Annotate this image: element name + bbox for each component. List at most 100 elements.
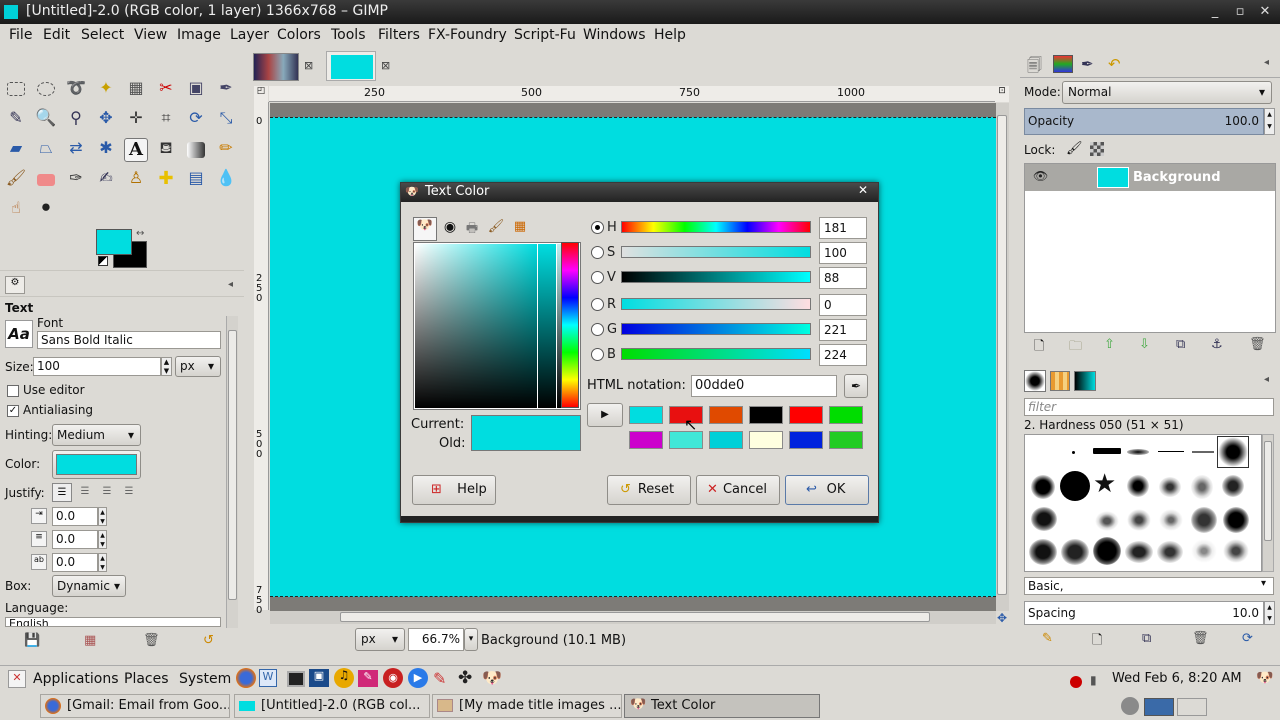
navigate-icon[interactable]: ✥ bbox=[997, 611, 1007, 625]
workspace-2[interactable] bbox=[1177, 698, 1207, 716]
refresh-brushes-icon[interactable]: ⟳ bbox=[1242, 631, 1253, 646]
help-button[interactable]: ⊞ Help bbox=[412, 475, 496, 505]
menu-edit[interactable]: Edit bbox=[43, 27, 70, 43]
spin-v[interactable]: 88 bbox=[819, 267, 867, 289]
slider-b[interactable] bbox=[621, 348, 811, 360]
brush-item[interactable] bbox=[1095, 511, 1119, 531]
text-tool-icon[interactable]: A bbox=[124, 138, 148, 162]
menu-windows[interactable]: Windows bbox=[583, 27, 646, 43]
slider-g[interactable] bbox=[621, 323, 811, 335]
brush-item[interactable] bbox=[1159, 477, 1181, 497]
color-picker-area[interactable] bbox=[413, 242, 581, 410]
terminal-launcher-icon[interactable] bbox=[287, 671, 305, 687]
system-menu[interactable]: System bbox=[179, 671, 231, 687]
menu-colors[interactable]: Colors bbox=[277, 27, 321, 43]
workspace-1[interactable] bbox=[1144, 698, 1174, 716]
applications-menu-icon[interactable]: ✕ bbox=[8, 670, 26, 688]
radio-r[interactable] bbox=[591, 298, 604, 311]
new-brush-icon[interactable]: 🗋 bbox=[1092, 631, 1102, 653]
justify-center-icon[interactable]: ☰ bbox=[97, 483, 117, 502]
fuzzy-select-icon[interactable]: ✦ bbox=[94, 78, 118, 102]
blend-icon[interactable] bbox=[187, 142, 205, 158]
pen-launcher-icon[interactable]: ✎ bbox=[433, 669, 446, 688]
brush-item[interactable] bbox=[1191, 475, 1213, 499]
line-spacing-spin[interactable]: ▲ ▼ bbox=[98, 530, 107, 549]
lock-alpha-icon[interactable] bbox=[1090, 142, 1104, 156]
foreground-select-icon[interactable]: ▣ bbox=[184, 78, 208, 102]
opacity-spin[interactable]: ▲ ▼ bbox=[1264, 108, 1275, 135]
radio-s[interactable] bbox=[591, 246, 604, 259]
radio-b[interactable] bbox=[591, 348, 604, 361]
network-icon[interactable]: ▮ bbox=[1090, 673, 1097, 687]
opacity-slider[interactable]: Opacity 100.0 bbox=[1024, 108, 1264, 135]
smudge-icon[interactable]: ☝ bbox=[4, 198, 28, 222]
size-input[interactable]: 100 bbox=[33, 357, 161, 376]
reset-button[interactable]: ↺ Reset bbox=[607, 475, 691, 505]
gradients-tab-icon[interactable] bbox=[1074, 371, 1096, 391]
rect-select-icon[interactable] bbox=[7, 82, 25, 96]
scale-icon[interactable]: ⤡ bbox=[214, 108, 238, 132]
brush-item[interactable] bbox=[1093, 537, 1121, 565]
brush-item[interactable] bbox=[1031, 475, 1055, 499]
brush-item[interactable] bbox=[1125, 541, 1153, 563]
heal-icon[interactable]: ✚ bbox=[154, 168, 178, 192]
box-select[interactable]: Dynamic ▾ bbox=[52, 575, 126, 597]
indent-input[interactable]: 0.0 bbox=[52, 507, 98, 526]
size-unit-select[interactable]: px ▾ bbox=[175, 356, 221, 377]
justify-left-icon[interactable]: ☰ bbox=[52, 483, 72, 502]
edit-brush-icon[interactable]: ✎ bbox=[1042, 631, 1053, 646]
brush-item-selected[interactable] bbox=[1217, 436, 1249, 468]
history-swatch[interactable] bbox=[789, 431, 823, 449]
brush-item[interactable] bbox=[1061, 539, 1089, 565]
hinting-select[interactable]: Medium ▾ bbox=[52, 424, 141, 446]
ellipse-select-icon[interactable] bbox=[37, 82, 55, 96]
history-swatch[interactable] bbox=[629, 406, 663, 424]
justify-fill-icon[interactable]: ☰ bbox=[119, 483, 139, 502]
slider-s[interactable] bbox=[621, 246, 811, 258]
slider-h[interactable] bbox=[621, 221, 811, 233]
menu-select[interactable]: Select bbox=[81, 27, 124, 43]
horizontal-scrollbar[interactable] bbox=[270, 611, 996, 624]
brush-item[interactable] bbox=[1031, 507, 1057, 531]
align-icon[interactable]: ✛ bbox=[124, 108, 148, 132]
new-group-icon[interactable]: 🗀 bbox=[1069, 337, 1082, 359]
task-gimp-image[interactable]: [Untitled]-2.0 (RGB col... bbox=[234, 694, 430, 718]
pencil-icon[interactable]: ✏ bbox=[214, 138, 238, 162]
airbrush-icon[interactable]: ✑ bbox=[64, 168, 88, 192]
brush-item[interactable] bbox=[1222, 475, 1244, 497]
channels-tab-icon[interactable] bbox=[1053, 55, 1073, 73]
rotate-icon[interactable]: ⟳ bbox=[184, 108, 208, 132]
crop-icon[interactable]: ⌗ bbox=[154, 108, 178, 132]
record-indicator-icon[interactable] bbox=[1070, 676, 1082, 688]
brush-item[interactable] bbox=[1158, 451, 1184, 452]
brush-item[interactable] bbox=[1127, 509, 1151, 531]
justify-right-icon[interactable]: ☰ bbox=[75, 483, 95, 502]
close-tab-2-icon[interactable]: ⊠ bbox=[381, 59, 390, 72]
spin-s[interactable]: 100 bbox=[819, 242, 867, 264]
brush-item[interactable] bbox=[1060, 471, 1090, 501]
dialog-close-icon[interactable]: ✕ bbox=[858, 183, 868, 197]
brush-item[interactable] bbox=[1223, 507, 1249, 533]
mode-select[interactable]: Normal ▾ bbox=[1062, 81, 1272, 104]
save-options-icon[interactable]: 💾 bbox=[24, 633, 40, 649]
history-swatch[interactable] bbox=[829, 431, 863, 449]
gimp-launcher-icon[interactable]: 🐶 bbox=[482, 668, 502, 687]
spin-r[interactable]: 0 bbox=[819, 294, 867, 316]
lock-pixels-icon[interactable]: 🖌 bbox=[1066, 141, 1083, 156]
menu-tools[interactable]: Tools bbox=[331, 27, 366, 43]
eyedropper-button[interactable]: ✒ bbox=[844, 374, 868, 398]
radio-h[interactable] bbox=[591, 221, 604, 234]
menu-script-fu[interactable]: Script-Fu bbox=[514, 27, 576, 43]
menu-file[interactable]: File bbox=[9, 27, 32, 43]
zoom-input[interactable]: 66.7% bbox=[408, 628, 464, 651]
cage-icon[interactable]: ✱ bbox=[94, 138, 118, 162]
font-preview-icon[interactable]: Aa bbox=[5, 320, 33, 348]
brush-tag-dropdown-icon[interactable]: ▾ bbox=[1261, 578, 1266, 589]
task-text-color[interactable]: 🐶 Text Color bbox=[624, 694, 820, 718]
cmyk-icon[interactable]: 🖶 bbox=[461, 219, 483, 241]
select-by-color-icon[interactable]: ▦ bbox=[124, 78, 148, 102]
text-color-button[interactable] bbox=[52, 450, 141, 479]
size-spin-buttons[interactable]: ▲ ▼ bbox=[161, 357, 172, 376]
foreground-color-swatch[interactable] bbox=[96, 229, 132, 255]
bucket-fill-icon[interactable]: ⛾ bbox=[154, 138, 178, 162]
